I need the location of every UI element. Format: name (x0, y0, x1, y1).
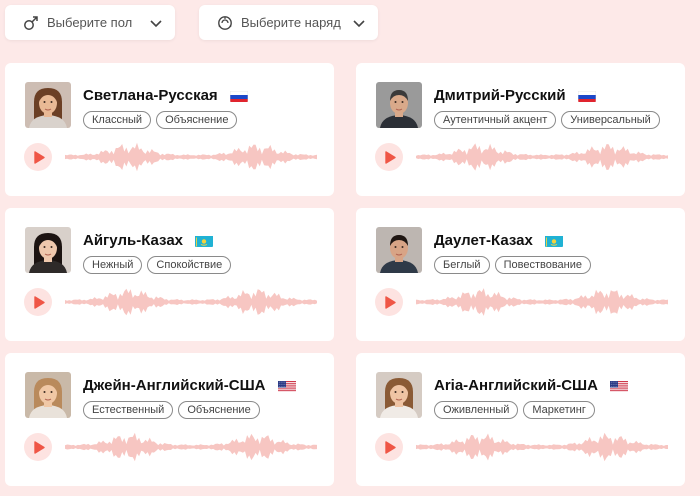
voice-tag: Естественный (83, 401, 174, 419)
voice-name: Дмитрий-Русский (434, 87, 566, 104)
play-icon (384, 440, 396, 454)
voice-tags: Аутентичный акцент Универсальный (434, 111, 660, 129)
outfit-filter-label: Выберите наряд (241, 15, 341, 30)
voice-tag: Спокойствие (147, 256, 232, 274)
chevron-down-icon (352, 16, 366, 30)
voice-tags: Естественный Объяснение (83, 401, 260, 419)
voice-tag: Маркетинг (523, 401, 595, 419)
voice-name: Джейн-Английский-США (83, 377, 266, 394)
flag-us-icon (277, 380, 296, 392)
voice-name-row: Дмитрий-Русский (434, 87, 596, 104)
voice-card[interactable]: Светлана-Русская Классный Объяснение (5, 63, 334, 196)
play-button[interactable] (375, 288, 403, 316)
voice-name-row: Джейн-Английский-США (83, 377, 296, 394)
voice-name-row: Светлана-Русская (83, 87, 248, 104)
voice-name-row: Aria-Английский-США (434, 377, 628, 394)
voice-card[interactable]: Даулет-Казах Беглый Повествование (356, 208, 685, 341)
play-icon (384, 295, 396, 309)
waveform[interactable] (65, 141, 317, 173)
waveform[interactable] (416, 431, 668, 463)
voice-name: Aria-Английский-США (434, 377, 598, 394)
gender-filter-label: Выберите пол (47, 15, 133, 30)
play-icon (33, 440, 45, 454)
voice-name: Даулет-Казах (434, 232, 533, 249)
play-button[interactable] (375, 143, 403, 171)
voice-card[interactable]: Дмитрий-Русский Аутентичный акцент Универс… (356, 63, 685, 196)
male-symbol-icon (23, 15, 39, 31)
voice-tag: Нежный (83, 256, 143, 274)
chevron-down-icon (149, 16, 163, 30)
voice-tags: Оживленный Маркетинг (434, 401, 595, 419)
waveform[interactable] (416, 286, 668, 318)
waveform[interactable] (65, 431, 317, 463)
play-button[interactable] (24, 288, 52, 316)
voice-tag: Беглый (434, 256, 490, 274)
flag-ru-icon (577, 90, 596, 102)
voice-tag: Повествование (494, 256, 591, 274)
gender-filter-dropdown[interactable]: Выберите пол (5, 5, 175, 40)
voice-avatar (376, 372, 422, 418)
voice-avatar (25, 372, 71, 418)
waveform[interactable] (65, 286, 317, 318)
voice-tag: Универсальный (561, 111, 660, 129)
voice-name: Светлана-Русская (83, 87, 218, 104)
voice-avatar (376, 227, 422, 273)
outfit-icon (217, 15, 233, 31)
play-button[interactable] (24, 143, 52, 171)
flag-kz-icon (195, 235, 213, 247)
voice-tag: Аутентичный акцент (434, 111, 557, 129)
voice-tags: Нежный Спокойствие (83, 256, 232, 274)
voice-avatar (376, 82, 422, 128)
play-button[interactable] (375, 433, 403, 461)
play-icon (33, 150, 45, 164)
play-icon (384, 150, 396, 164)
flag-us-icon (609, 380, 628, 392)
voice-avatar (25, 227, 71, 273)
play-icon (33, 295, 45, 309)
voice-tag: Объяснение (178, 401, 260, 419)
voice-name: Айгуль-Казах (83, 232, 183, 249)
voice-name-row: Айгуль-Казах (83, 232, 213, 249)
voice-name-row: Даулет-Казах (434, 232, 563, 249)
voice-tag: Оживленный (434, 401, 519, 419)
voice-card[interactable]: Aria-Английский-США Оживленный Маркетинг (356, 353, 685, 486)
voice-tags: Классный Объяснение (83, 111, 238, 129)
flag-kz-icon (544, 235, 563, 247)
voice-card[interactable]: Джейн-Английский-США Естественный Объяснен… (5, 353, 334, 486)
play-button[interactable] (24, 433, 52, 461)
outfit-filter-dropdown[interactable]: Выберите наряд (199, 5, 378, 40)
waveform[interactable] (416, 141, 668, 173)
voice-avatar (25, 82, 71, 128)
voice-card[interactable]: Айгуль-Казах Нежный Спокойствие (5, 208, 334, 341)
voice-tag: Объяснение (156, 111, 238, 129)
voice-tags: Беглый Повествование (434, 256, 591, 274)
flag-ru-icon (229, 90, 248, 102)
voice-tag: Классный (83, 111, 152, 129)
